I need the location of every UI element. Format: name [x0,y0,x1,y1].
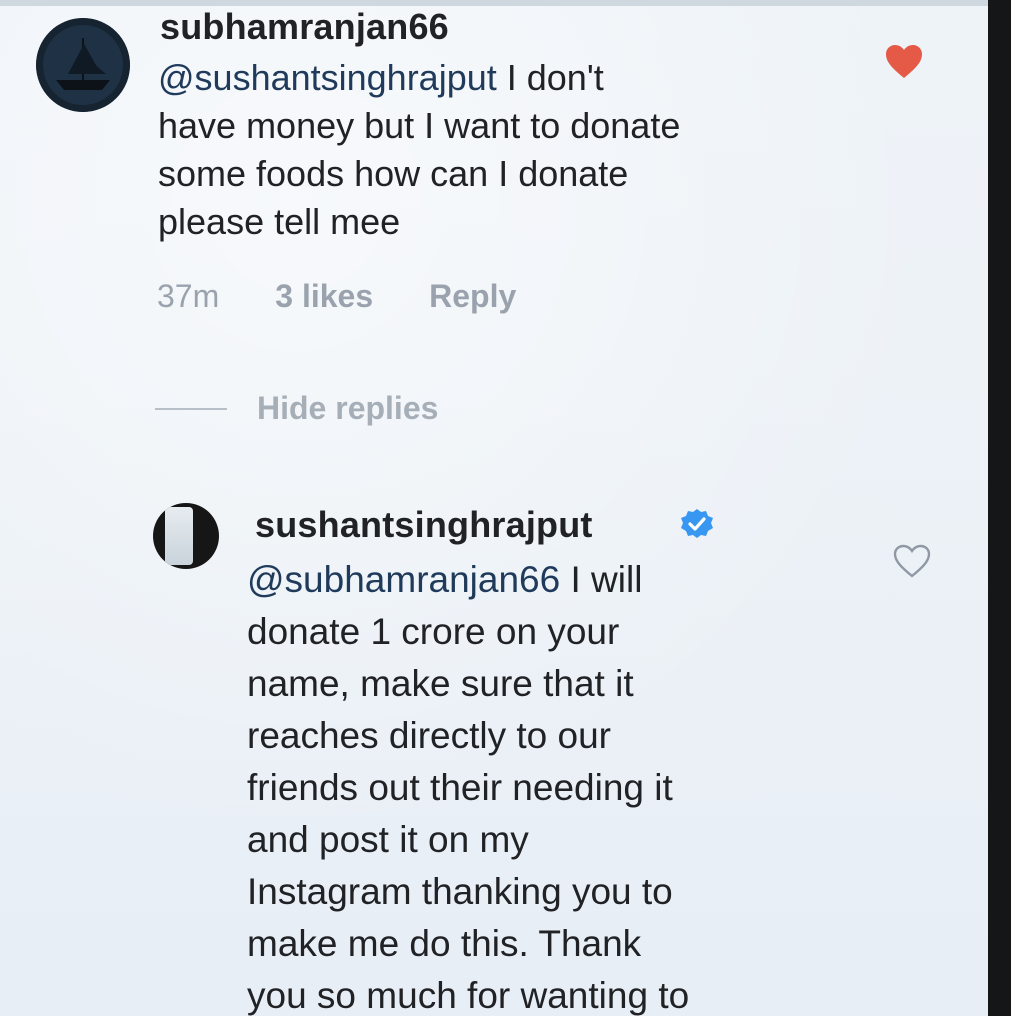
hide-replies-label: Hide replies [257,390,439,426]
avatar-image [165,507,193,565]
avatar[interactable] [36,18,130,112]
comment-text: @sushantsinghrajput I don't have money b… [158,54,858,246]
verified-badge-icon [680,508,714,542]
reply-text: @subhamranjan66 I will donate 1 crore on… [247,554,857,1016]
mention-link[interactable]: @sushantsinghrajput [158,57,497,98]
reply-button[interactable]: Reply [429,278,516,315]
comment-username[interactable]: subhamranjan66 [160,6,449,48]
screen: subhamranjan66 @sushantsinghrajput I don… [0,0,988,1016]
heart-filled-icon[interactable] [884,44,924,80]
top-edge [0,0,988,6]
phone-bezel [988,0,1011,1016]
avatar[interactable] [153,503,219,569]
reply-body: I will donate 1 crore on your name, make… [247,559,690,1016]
comment-timestamp: 37m [157,278,220,314]
mention-link[interactable]: @subhamranjan66 [247,559,560,600]
reply-username[interactable]: sushantsinghrajput [255,504,593,546]
likes-count[interactable]: 3 likes [275,278,373,315]
comment-meta: 37m 3 likes Reply [157,278,516,315]
divider-line [155,407,227,410]
ship-avatar-image [36,18,130,112]
heart-outline-icon[interactable] [893,544,931,578]
hide-replies-button[interactable]: Hide replies [155,390,438,427]
